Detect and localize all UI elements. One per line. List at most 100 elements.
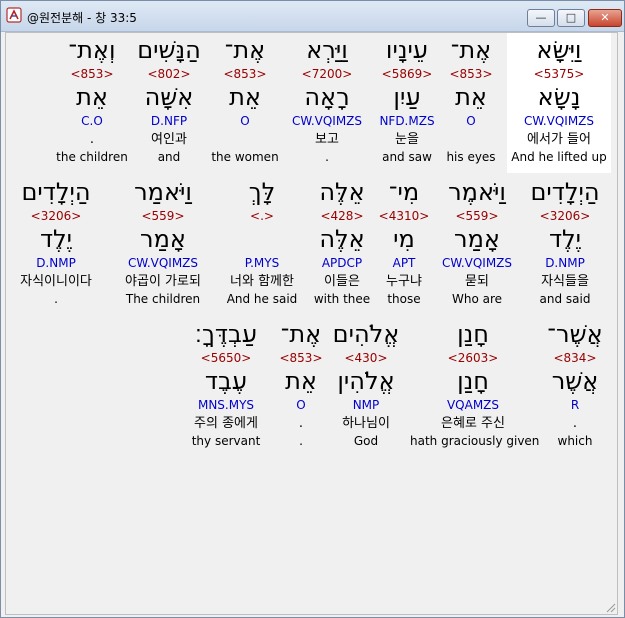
hebrew-word: אֶת־ <box>280 320 322 348</box>
parsing-code: O <box>466 114 476 128</box>
word-block[interactable]: וַיַּרְא <7200> רָאָה CW.VQIMZS 보고 . <box>287 33 367 173</box>
parsing-code: NFD.MZS <box>379 114 435 128</box>
hebrew-word: הַיְלָדִים <box>530 178 600 206</box>
korean-gloss: 하나님이 <box>342 416 390 431</box>
english-gloss: and saw <box>382 150 432 164</box>
english-gloss: . <box>325 150 329 164</box>
strong-number: <853> <box>223 67 267 81</box>
hebrew-lemma: אֲשֶׁר <box>551 367 599 395</box>
word-block[interactable]: מִי־ <4310> מִי APT 누구냐 those <box>377 175 431 315</box>
parsing-code: O <box>296 398 306 412</box>
english-gloss: the women <box>211 150 279 164</box>
strong-number: <853> <box>70 67 114 81</box>
strong-number: <.> <box>250 209 274 223</box>
close-button[interactable]: ✕ <box>588 9 622 27</box>
hebrew-word: הַיְלָדִים <box>21 178 91 206</box>
korean-gloss: 보고 <box>315 132 339 147</box>
hebrew-word: אֶת־ <box>224 36 266 64</box>
hebrew-lemma: אֵת <box>455 83 487 111</box>
english-gloss: and <box>157 150 181 164</box>
hebrew-word: וַיַּרְא <box>306 36 348 64</box>
parsing-code: APDCP <box>321 256 363 270</box>
hebrew-word: עַבְדֶּךָ׃ <box>194 320 258 348</box>
english-gloss: And he lifted up <box>511 150 607 164</box>
korean-gloss: 자식들을 <box>541 274 589 289</box>
parsing-code: VQAMZS <box>446 398 500 412</box>
hebrew-word: הַנָּשִׁים <box>137 36 201 64</box>
korean-gloss: 은혜로 주신 <box>441 416 505 431</box>
parsing-code: C.O <box>81 114 103 128</box>
word-block[interactable]: אֵלֶּה <428> אֵלֶּה APDCP 이들은 with thee <box>309 175 375 315</box>
english-gloss: his eyes <box>446 150 496 164</box>
word-block[interactable]: וְאֶת־ <853> אֵת C.O . the children <box>52 33 132 173</box>
word-block[interactable]: וַיֹּאמֶר <559> אָמַר CW.VQIMZS 묻되 Who a… <box>436 175 518 315</box>
hebrew-word: עֵינָיו <box>385 36 429 64</box>
korean-gloss: 눈을 <box>395 132 419 147</box>
english-gloss: and said <box>539 292 591 306</box>
hebrew-lemma: אָמַר <box>454 225 500 253</box>
word-block[interactable]: אֶת־ <853> אֵת O his eyes <box>436 33 506 173</box>
word-block[interactable]: אֲשֶׁר־ <834> אֲשֶׁר R . which <box>544 317 606 457</box>
english-gloss: with thee <box>313 292 371 306</box>
strong-number: <559> <box>455 209 499 223</box>
hebrew-word: וַיִּשָּׂא <box>536 36 582 64</box>
word-block[interactable]: עֵינָיו <5869> עַיִן NFD.MZS 눈을 and saw <box>369 33 445 173</box>
strong-number: <3206> <box>30 209 82 223</box>
korean-gloss: 자식이니이다 <box>20 274 92 289</box>
korean-gloss: . <box>572 416 578 431</box>
parsing-code: NMP <box>352 398 380 412</box>
window-title: @원전분해 - 창 33:5 <box>27 11 137 25</box>
korean-gloss: . <box>298 416 304 431</box>
word-block[interactable]: הַיְלָדִים <3206> יֶלֶד D.NMP 자식들을 and s… <box>524 175 606 315</box>
word-block[interactable]: הַנָּשִׁים <802> אִשָּׁה D.NFP 여인과 and <box>136 33 202 173</box>
word-block[interactable]: עַבְדֶּךָ׃ <5650> עֶבֶד MNS.MYS 주의 종에게 t… <box>186 317 266 457</box>
app-icon[interactable] <box>6 7 22 23</box>
korean-gloss: 주의 종에게 <box>194 416 258 431</box>
resize-grip-icon[interactable] <box>604 601 616 613</box>
strong-number: <7200> <box>301 67 353 81</box>
word-block[interactable]: וַיִּשָּׂא <5375> נָשָׂא CW.VQIMZS 에서가 들… <box>507 33 611 173</box>
hebrew-word: לָּךְ <box>248 178 276 206</box>
minimize-button[interactable]: — <box>527 9 555 27</box>
hebrew-word: וַיֹּאמַר <box>134 178 192 206</box>
word-block[interactable]: אֶת־ <853> אֵת O the women <box>208 33 282 173</box>
strong-number: <853> <box>279 351 323 365</box>
hebrew-lemma: אֵלֶּה <box>319 225 365 253</box>
title-bar[interactable]: @원전분해 - 창 33:5 — □ ✕ <box>1 1 624 32</box>
strong-number: <2603> <box>447 351 499 365</box>
hebrew-lemma: אִשָּׁה <box>144 83 194 111</box>
maximize-button[interactable]: □ <box>557 9 585 27</box>
strong-number: <5375> <box>533 67 585 81</box>
parsing-code: D.NMP <box>36 256 76 270</box>
word-block[interactable]: אֱלֹהִים <430> אֱלֹהִין NMP 하나님이 God <box>328 317 404 457</box>
english-gloss: the children <box>56 150 128 164</box>
word-block[interactable]: הַיְלָדִים <3206> יֶלֶד D.NMP 자식이니이다 . <box>8 175 104 315</box>
word-block[interactable]: וַיֹּאמַר <559> אָמַר CW.VQIMZS 야곱이 가로되 … <box>111 175 215 315</box>
english-gloss: . <box>299 434 303 448</box>
hebrew-word: אֶת־ <box>450 36 492 64</box>
parsing-code: D.NFP <box>150 114 188 128</box>
korean-gloss: 에서가 들어 <box>527 132 591 147</box>
english-gloss: And he said <box>226 292 298 306</box>
korean-gloss: 야곱이 가로되 <box>125 274 201 289</box>
word-block[interactable]: לָּךְ <.> P.MYS 너와 함께한 And he said <box>218 175 306 315</box>
parsing-code: D.NMP <box>545 256 585 270</box>
english-gloss: thy servant <box>191 434 261 448</box>
parsing-code: R <box>570 398 580 412</box>
hebrew-lemma: נָשָׂא <box>537 83 581 111</box>
english-gloss: God <box>353 434 379 448</box>
strong-number: <853> <box>449 67 493 81</box>
korean-gloss: 이들은 <box>324 274 360 289</box>
hebrew-word: מִי־ <box>388 178 420 206</box>
korean-gloss: 너와 함께한 <box>230 274 294 289</box>
english-gloss: those <box>387 292 421 306</box>
strong-number: <802> <box>147 67 191 81</box>
word-block[interactable]: חָנַן <2603> חָנַן VQAMZS 은혜로 주신 hath gr… <box>410 317 539 457</box>
close-icon: ✕ <box>600 11 610 24</box>
english-gloss: The children <box>125 292 201 306</box>
parsing-code: CW.VQIMZS <box>441 256 513 270</box>
word-block[interactable]: אֶת־ <853> אֵת O . . <box>275 317 327 457</box>
strong-number: <5869> <box>381 67 433 81</box>
parsing-code: MNS.MYS <box>197 398 255 412</box>
analysis-panel[interactable]: וַיִּשָּׂא <5375> נָשָׂא CW.VQIMZS 에서가 들… <box>5 32 618 615</box>
